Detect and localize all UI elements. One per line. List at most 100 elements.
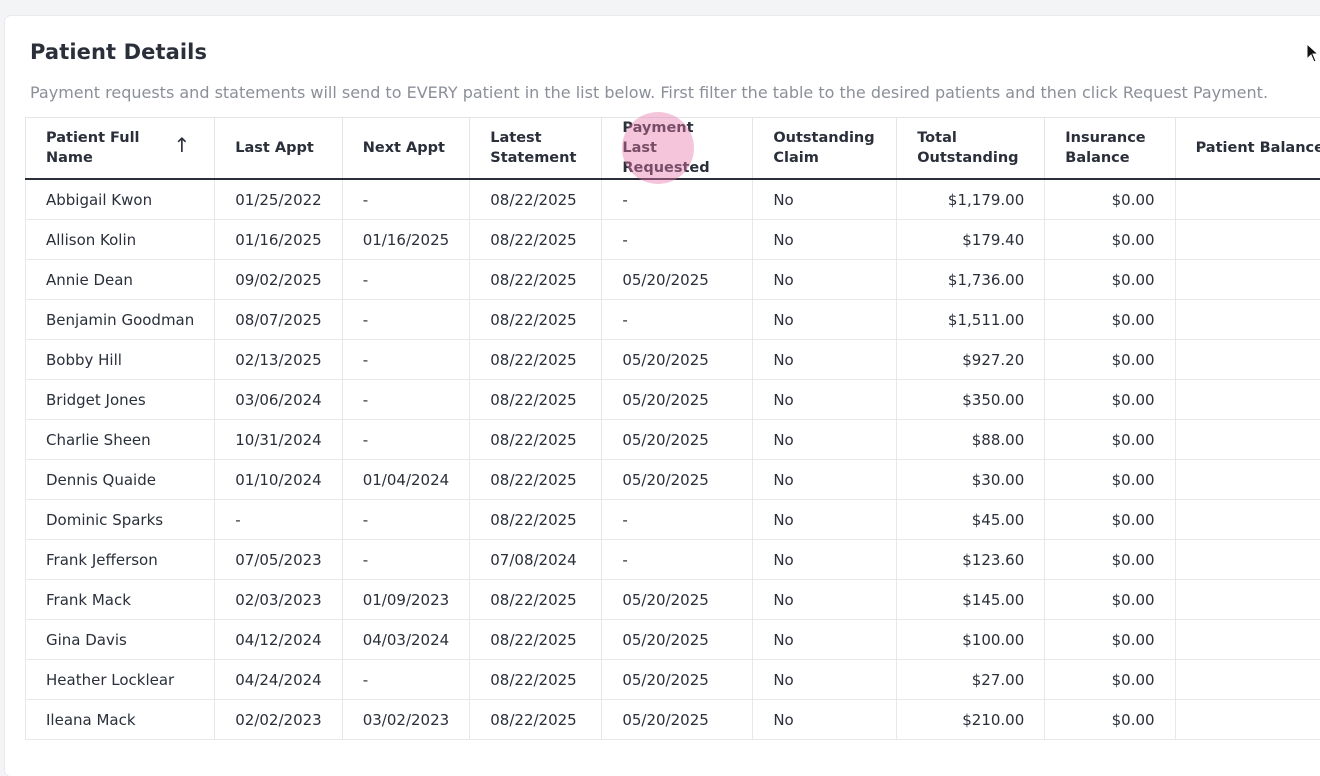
patient-balance-cell	[1175, 380, 1320, 420]
col-header-last-appt[interactable]: Last Appt	[215, 118, 342, 180]
payment-last-requested-cell: 05/20/2025	[602, 260, 753, 300]
latest-statement-cell: 07/08/2024	[470, 540, 602, 580]
col-header-label: Latest Statement	[490, 128, 580, 168]
latest-statement-cell: 08/22/2025	[470, 340, 602, 380]
patient-balance-cell	[1175, 300, 1320, 340]
table-row[interactable]: Charlie Sheen10/31/2024-08/22/202505/20/…	[26, 420, 1320, 460]
outstanding-claim-cell: No	[753, 500, 897, 540]
page-subtitle: Payment requests and statements will sen…	[30, 83, 1268, 102]
next-appt-cell: 03/02/2023	[342, 700, 470, 740]
table-row[interactable]: Bridget Jones03/06/2024-08/22/202505/20/…	[26, 380, 1320, 420]
next-appt-cell: -	[342, 300, 470, 340]
last-appt-cell: 07/05/2023	[215, 540, 342, 580]
outstanding-claim-cell: No	[753, 620, 897, 660]
table-row[interactable]: Dennis Quaide01/10/202401/04/202408/22/2…	[26, 460, 1320, 500]
payment-last-requested-cell: 05/20/2025	[602, 420, 753, 460]
insurance-balance-cell: $0.00	[1045, 420, 1175, 460]
patient-balance-cell	[1175, 580, 1320, 620]
table-row[interactable]: Frank Jefferson07/05/2023-07/08/2024-No$…	[26, 540, 1320, 580]
latest-statement-cell: 08/22/2025	[470, 220, 602, 260]
patient-table: Patient Full Name ↑ Last Appt Next Appt …	[25, 117, 1320, 740]
col-header-next-appt[interactable]: Next Appt	[342, 118, 470, 180]
col-header-insurance-balance[interactable]: Insurance Balance	[1045, 118, 1175, 180]
last-appt-cell: 10/31/2024	[215, 420, 342, 460]
last-appt-cell: 02/13/2025	[215, 340, 342, 380]
mouse-pointer-icon	[1306, 43, 1320, 63]
patient-balance-cell	[1175, 460, 1320, 500]
next-appt-cell: -	[342, 660, 470, 700]
last-appt-cell: 09/02/2025	[215, 260, 342, 300]
next-appt-cell: 01/16/2025	[342, 220, 470, 260]
next-appt-cell: 01/04/2024	[342, 460, 470, 500]
total-outstanding-cell: $1,511.00	[897, 300, 1045, 340]
table-row[interactable]: Frank Mack02/03/202301/09/202308/22/2025…	[26, 580, 1320, 620]
latest-statement-cell: 08/22/2025	[470, 179, 602, 220]
last-appt-cell: 01/16/2025	[215, 220, 342, 260]
table-row[interactable]: Annie Dean09/02/2025-08/22/202505/20/202…	[26, 260, 1320, 300]
table-row[interactable]: Abbigail Kwon01/25/2022-08/22/2025-No$1,…	[26, 179, 1320, 220]
next-appt-cell: -	[342, 540, 470, 580]
last-appt-cell: -	[215, 500, 342, 540]
patient-balance-cell	[1175, 700, 1320, 740]
table-row[interactable]: Bobby Hill02/13/2025-08/22/202505/20/202…	[26, 340, 1320, 380]
sort-ascending-icon[interactable]: ↑	[173, 135, 190, 155]
table-row[interactable]: Gina Davis04/12/202404/03/202408/22/2025…	[26, 620, 1320, 660]
col-header-patient-balance[interactable]: Patient Balance	[1175, 118, 1320, 180]
outstanding-claim-cell: No	[753, 700, 897, 740]
total-outstanding-cell: $88.00	[897, 420, 1045, 460]
payment-last-requested-cell: 05/20/2025	[602, 660, 753, 700]
insurance-balance-cell: $0.00	[1045, 460, 1175, 500]
table-row[interactable]: Allison Kolin01/16/202501/16/202508/22/2…	[26, 220, 1320, 260]
insurance-balance-cell: $0.00	[1045, 220, 1175, 260]
patient-name-cell: Abbigail Kwon	[26, 179, 215, 220]
outstanding-claim-cell: No	[753, 540, 897, 580]
patient-name-cell: Dominic Sparks	[26, 500, 215, 540]
patient-balance-cell	[1175, 500, 1320, 540]
patient-name-cell: Dennis Quaide	[26, 460, 215, 500]
next-appt-cell: 01/09/2023	[342, 580, 470, 620]
insurance-balance-cell: $0.00	[1045, 660, 1175, 700]
last-appt-cell: 03/06/2024	[215, 380, 342, 420]
table-row[interactable]: Heather Locklear04/24/2024-08/22/202505/…	[26, 660, 1320, 700]
table-row[interactable]: Benjamin Goodman08/07/2025-08/22/2025-No…	[26, 300, 1320, 340]
col-header-latest-statement[interactable]: Latest Statement	[470, 118, 602, 180]
outstanding-claim-cell: No	[753, 179, 897, 220]
patient-name-cell: Heather Locklear	[26, 660, 215, 700]
page-title: Patient Details	[30, 40, 207, 64]
patient-name-cell: Allison Kolin	[26, 220, 215, 260]
payment-last-requested-cell: 05/20/2025	[602, 340, 753, 380]
outstanding-claim-cell: No	[753, 380, 897, 420]
patient-table-body: Abbigail Kwon01/25/2022-08/22/2025-No$1,…	[26, 179, 1320, 740]
insurance-balance-cell: $0.00	[1045, 620, 1175, 660]
patient-balance-cell	[1175, 660, 1320, 700]
payment-last-requested-cell: 05/20/2025	[602, 460, 753, 500]
total-outstanding-cell: $1,179.00	[897, 179, 1045, 220]
patient-name-cell: Charlie Sheen	[26, 420, 215, 460]
patient-balance-cell	[1175, 620, 1320, 660]
total-outstanding-cell: $100.00	[897, 620, 1045, 660]
insurance-balance-cell: $0.00	[1045, 340, 1175, 380]
outstanding-claim-cell: No	[753, 220, 897, 260]
next-appt-cell: -	[342, 340, 470, 380]
col-header-patient-name[interactable]: Patient Full Name ↑	[26, 118, 215, 180]
insurance-balance-cell: $0.00	[1045, 300, 1175, 340]
payment-last-requested-cell: -	[602, 500, 753, 540]
total-outstanding-cell: $350.00	[897, 380, 1045, 420]
next-appt-cell: -	[342, 380, 470, 420]
table-row[interactable]: Ileana Mack02/02/202303/02/202308/22/202…	[26, 700, 1320, 740]
last-appt-cell: 02/02/2023	[215, 700, 342, 740]
col-header-label: Patient Full Name	[46, 128, 156, 168]
col-header-outstanding-claim[interactable]: Outstanding Claim	[753, 118, 897, 180]
latest-statement-cell: 08/22/2025	[470, 500, 602, 540]
total-outstanding-cell: $27.00	[897, 660, 1045, 700]
insurance-balance-cell: $0.00	[1045, 580, 1175, 620]
patient-name-cell: Ileana Mack	[26, 700, 215, 740]
last-appt-cell: 01/25/2022	[215, 179, 342, 220]
total-outstanding-cell: $210.00	[897, 700, 1045, 740]
payment-last-requested-cell: -	[602, 220, 753, 260]
col-header-total-outstanding[interactable]: Total Outstanding	[897, 118, 1045, 180]
outstanding-claim-cell: No	[753, 300, 897, 340]
outstanding-claim-cell: No	[753, 580, 897, 620]
table-row[interactable]: Dominic Sparks--08/22/2025-No$45.00$0.00	[26, 500, 1320, 540]
patient-balance-cell	[1175, 179, 1320, 220]
